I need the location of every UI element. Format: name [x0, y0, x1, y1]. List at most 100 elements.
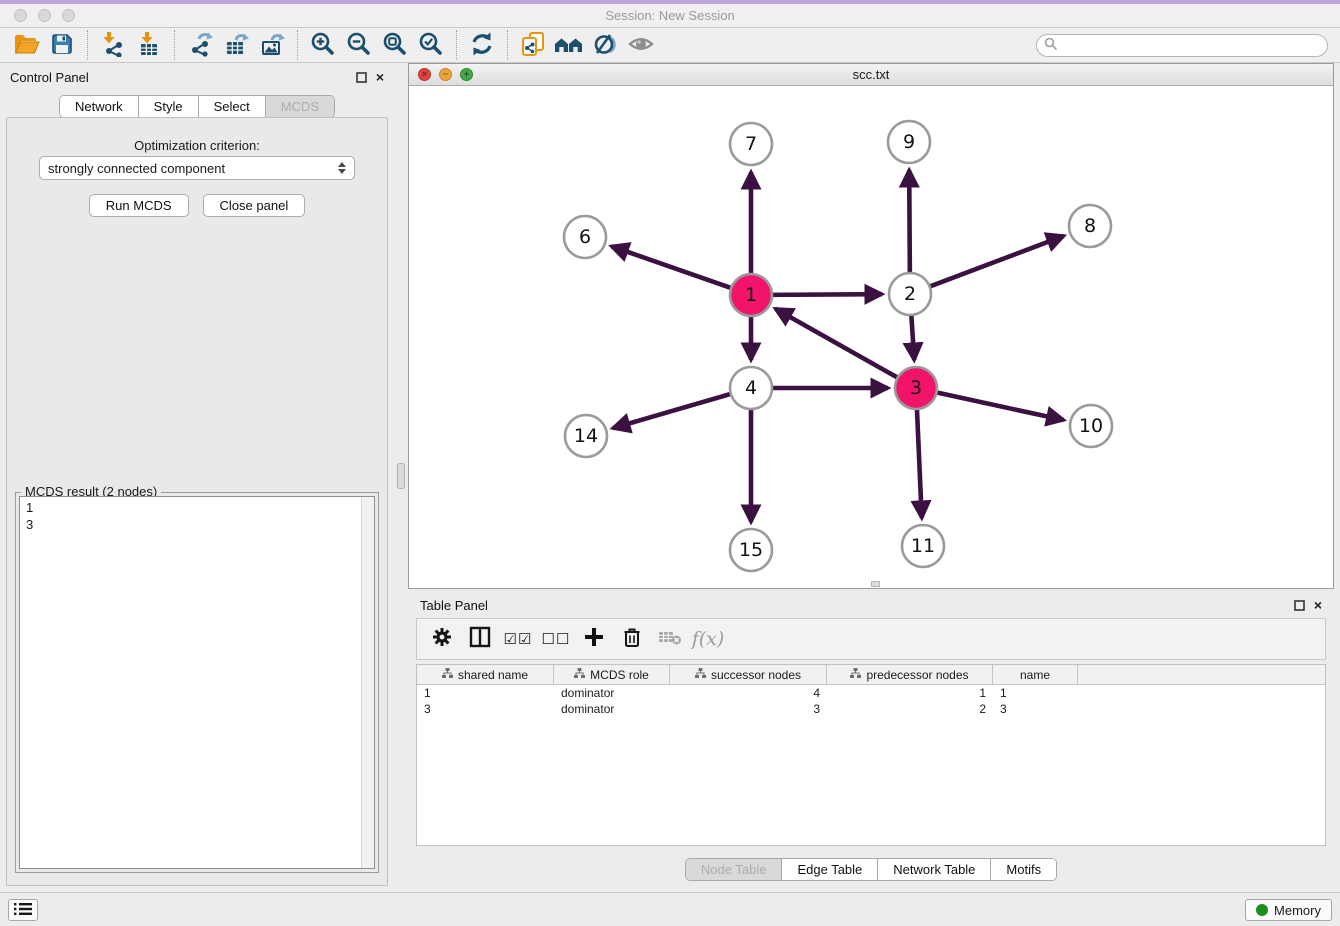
import-network-button[interactable]: [95, 30, 131, 60]
graph-edge-3-10[interactable]: [935, 392, 1064, 420]
search-input[interactable]: [1062, 36, 1327, 55]
canvas-resize-grip[interactable]: [871, 581, 880, 587]
graph-edge-3-11[interactable]: [917, 407, 922, 518]
toolbar-separator: [174, 30, 175, 60]
zoom-fit-button[interactable]: [377, 30, 413, 60]
mcds-result-group: MCDS result (2 nodes) 1 3: [15, 492, 379, 873]
cell-shared-name[interactable]: 3: [417, 701, 554, 717]
tab-mcds[interactable]: MCDS: [265, 96, 334, 117]
table-row[interactable]: 1dominator411: [417, 685, 1325, 701]
close-panel-button[interactable]: Close panel: [203, 194, 306, 217]
run-mcds-button[interactable]: Run MCDS: [89, 194, 189, 217]
save-session-button[interactable]: [44, 30, 80, 60]
cell-predecessor-nodes[interactable]: 1: [827, 685, 993, 701]
column-header-shared-name[interactable]: shared name: [417, 665, 554, 684]
clone-network-button[interactable]: [515, 30, 551, 60]
optimization-criterion-select[interactable]: strongly connected component: [39, 156, 355, 180]
graph-edge-2-3[interactable]: [911, 313, 914, 360]
tab-network[interactable]: Network: [60, 96, 138, 117]
graph-edge-2-8[interactable]: [928, 236, 1064, 287]
toggle-graphics-details-button[interactable]: [587, 30, 623, 60]
tab-network-table[interactable]: Network Table: [877, 859, 990, 880]
export-image-icon: [259, 31, 285, 60]
column-header-name[interactable]: name: [993, 665, 1078, 684]
splitter-handle-icon[interactable]: [397, 463, 405, 489]
export-table-button[interactable]: [218, 30, 254, 60]
memory-button[interactable]: Memory: [1245, 899, 1332, 921]
cell-successor-nodes[interactable]: 4: [670, 685, 827, 701]
zoom-selected-button[interactable]: [413, 30, 449, 60]
window-title: Session: New Session: [0, 8, 1340, 23]
close-panel-icon[interactable]: ×: [1314, 598, 1322, 612]
graph-edge-3-1[interactable]: [775, 309, 899, 379]
table-row[interactable]: 3dominator323: [417, 701, 1325, 717]
cell-mcds-role[interactable]: dominator: [554, 701, 670, 717]
network-canvas[interactable]: 7968124314101511: [409, 86, 1333, 588]
table-toolbar: ☑☑ ☐☐ f(x): [416, 618, 1326, 660]
cell-mcds-role[interactable]: dominator: [554, 685, 670, 701]
graph-node-label-9: 9: [903, 131, 915, 153]
deselect-all-button[interactable]: ☐☐: [539, 622, 573, 656]
network-window-titlebar[interactable]: × − + scc.txt: [409, 64, 1333, 86]
float-panel-icon[interactable]: [1294, 600, 1305, 611]
mcds-result-box[interactable]: 1 3: [19, 496, 375, 869]
right-column: × − + scc.txt 7968124314101511 Table Pan…: [408, 63, 1340, 892]
tab-style[interactable]: Style: [138, 96, 198, 117]
network-view-window: × − + scc.txt 7968124314101511: [408, 63, 1334, 589]
graph-edge-1-2[interactable]: [770, 294, 882, 295]
export-image-button[interactable]: [254, 30, 290, 60]
import-table-icon: [136, 31, 162, 60]
open-session-button[interactable]: [8, 30, 44, 60]
graph-edge-2-9[interactable]: [909, 170, 910, 275]
zoom-in-button[interactable]: [305, 30, 341, 60]
select-all-button[interactable]: ☑☑: [501, 622, 535, 656]
result-scrollbar[interactable]: [361, 497, 374, 868]
table-body: 1dominator4113dominator323: [417, 685, 1325, 717]
show-column-panel-button[interactable]: [463, 622, 497, 656]
graph-edge-1-6[interactable]: [611, 246, 733, 288]
tab-select[interactable]: Select: [198, 96, 265, 117]
delete-column-button[interactable]: [615, 622, 649, 656]
column-header-successor-nodes[interactable]: successor nodes: [670, 665, 827, 684]
unchecked-boxes-icon: ☐☐: [542, 630, 571, 648]
main-area: Control Panel × NetworkStyleSelectMCDS O…: [0, 63, 1340, 892]
tab-motifs[interactable]: Motifs: [990, 859, 1056, 880]
zoom-out-button[interactable]: [341, 30, 377, 60]
column-header-mcds-role[interactable]: MCDS role: [554, 665, 670, 684]
graph-node-label-14: 14: [574, 425, 598, 447]
node-table[interactable]: shared nameMCDS rolesuccessor nodesprede…: [416, 664, 1326, 846]
panel-splitter[interactable]: [394, 63, 408, 892]
import-table-button[interactable]: [131, 30, 167, 60]
split-columns-icon: [469, 626, 491, 653]
tab-node-table[interactable]: Node Table: [686, 859, 782, 880]
apply-layout-button[interactable]: [464, 30, 500, 60]
column-header-predecessor-nodes[interactable]: predecessor nodes: [827, 665, 993, 684]
export-network-button[interactable]: [182, 30, 218, 60]
cell-name[interactable]: 1: [993, 685, 1078, 701]
mcds-panel: Optimization criterion: strongly connect…: [6, 117, 388, 886]
memory-status-icon: [1256, 904, 1268, 916]
cell-predecessor-nodes[interactable]: 2: [827, 701, 993, 717]
checked-boxes-icon: ☑☑: [504, 630, 533, 648]
cell-name[interactable]: 3: [993, 701, 1078, 717]
tab-edge-table[interactable]: Edge Table: [781, 859, 877, 880]
cell-shared-name[interactable]: 1: [417, 685, 554, 701]
home-button[interactable]: [551, 30, 587, 60]
birds-eye-view-button[interactable]: [623, 30, 659, 60]
network-graph[interactable]: 7968124314101511: [409, 86, 1335, 588]
delete-table-button[interactable]: [653, 622, 687, 656]
window-titlebar: Session: New Session: [0, 4, 1340, 28]
search-field[interactable]: [1036, 34, 1328, 57]
add-column-button[interactable]: [577, 622, 611, 656]
selected-option: strongly connected component: [48, 161, 338, 176]
hierarchy-icon: [695, 668, 706, 682]
eye-icon: [627, 31, 655, 60]
task-history-button[interactable]: [8, 899, 38, 921]
graph-node-label-10: 10: [1079, 415, 1103, 437]
graph-edge-4-14[interactable]: [613, 393, 733, 428]
close-panel-icon[interactable]: ×: [376, 70, 384, 84]
cell-successor-nodes[interactable]: 3: [670, 701, 827, 717]
float-panel-icon[interactable]: [356, 72, 367, 83]
table-settings-button[interactable]: [425, 622, 459, 656]
function-builder-button[interactable]: f(x): [691, 622, 725, 656]
